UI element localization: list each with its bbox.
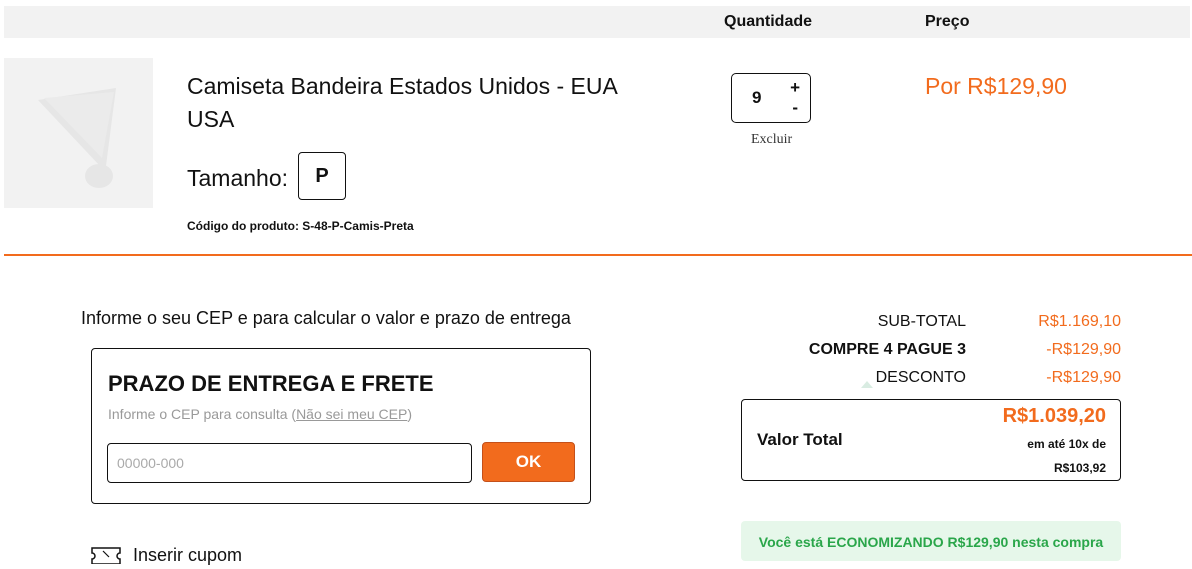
promo-label: COMPRE 4 PAGUE 3 (808, 341, 966, 358)
installment-value: R$103,92 (1053, 461, 1106, 475)
price-column-header: Preço (925, 13, 970, 30)
product-price: Por R$129,90 (925, 73, 1067, 99)
discount-label: DESCONTO (875, 369, 966, 386)
total-value: R$1.039,20 (1002, 405, 1106, 427)
product-name[interactable]: Camiseta Bandeira Estados Unidos - EUA U… (187, 70, 627, 136)
product-code: Código do produto: S-48-P-Camis-Preta (187, 219, 414, 233)
missing-image-icon (38, 88, 116, 188)
quantity-increase-button[interactable]: + (790, 78, 800, 98)
discount-value: -R$129,90 (1046, 369, 1121, 386)
shipping-title: PRAZO DE ENTREGA E FRETE (108, 371, 434, 396)
subtotal-label: SUB-TOTAL (877, 313, 966, 330)
cep-input[interactable] (107, 443, 472, 483)
quantity-value[interactable]: 9 (752, 88, 761, 108)
dont-know-cep-link[interactable]: Não sei meu CEP (296, 406, 407, 422)
quantity-column-header: Quantidade (724, 13, 813, 30)
shipping-subtitle-prefix: Informe o CEP para consulta ( (108, 406, 297, 422)
total-label: Valor Total (757, 430, 843, 449)
installments-text: em até 10x de (1027, 437, 1106, 451)
remove-item-link[interactable]: Excluir (751, 132, 792, 148)
promo-value: -R$129,90 (1046, 341, 1121, 358)
section-divider (4, 254, 1192, 256)
shipping-subtitle-suffix: ) (407, 406, 413, 422)
size-value-badge: P (298, 152, 346, 200)
shipping-subtitle: Informe o CEP para consulta (Não sei meu… (108, 406, 412, 422)
subtotal-value: R$1.169,10 (1038, 313, 1121, 330)
quantity-stepper[interactable]: 9 + - (731, 73, 811, 123)
size-label: Tamanho: (187, 165, 289, 191)
calculate-shipping-button[interactable]: OK (482, 442, 575, 482)
insert-coupon-link[interactable]: Inserir cupom (133, 545, 242, 566)
shipping-info-text: Informe o seu CEP e para calcular o valo… (81, 308, 571, 328)
cart-header-bar (4, 6, 1190, 38)
coupon-ticket-icon[interactable] (91, 544, 121, 565)
savings-banner: Você está ECONOMIZANDO R$129,90 nesta co… (741, 521, 1121, 561)
quantity-decrease-button[interactable]: - (792, 98, 798, 118)
product-image-placeholder[interactable] (4, 58, 153, 208)
